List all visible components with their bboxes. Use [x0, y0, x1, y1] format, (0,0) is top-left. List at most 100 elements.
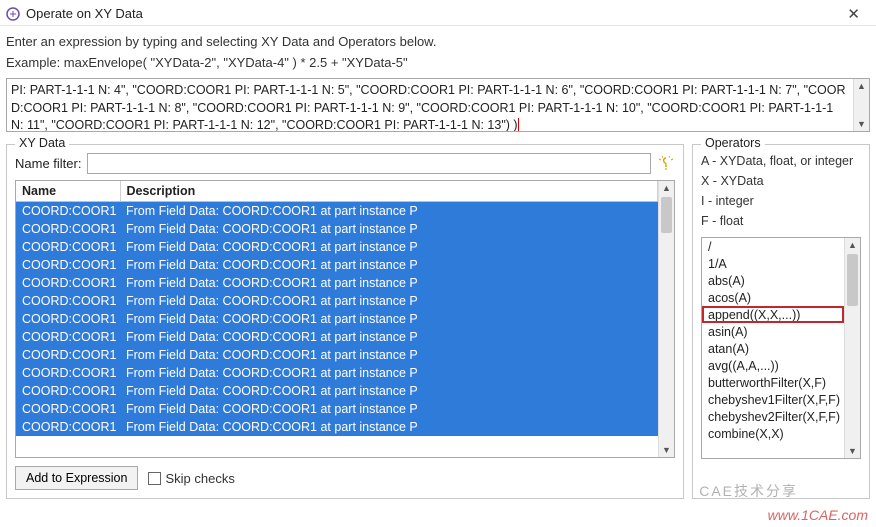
operator-item[interactable]: combine(X,X) — [702, 425, 844, 442]
table-scrollbar[interactable]: ▲ ▼ — [658, 181, 674, 457]
table-row[interactable]: COORD:COOR1From Field Data: COORD:COOR1 … — [16, 256, 658, 274]
cell-name: COORD:COOR1 — [16, 328, 120, 346]
cell-description: From Field Data: COORD:COOR1 at part ins… — [120, 256, 658, 274]
operator-item[interactable]: atan(A) — [702, 340, 844, 357]
skip-checks-label: Skip checks — [165, 471, 234, 486]
table-row[interactable]: COORD:COOR1From Field Data: COORD:COOR1 … — [16, 400, 658, 418]
cell-name: COORD:COOR1 — [16, 310, 120, 328]
operator-list: /1/Aabs(A)acos(A)append((X,X,...))asin(A… — [702, 238, 844, 458]
operator-item[interactable]: butterworthFilter(X,F) — [702, 374, 844, 391]
table-row[interactable]: COORD:COOR1From Field Data: COORD:COOR1 … — [16, 238, 658, 256]
cell-name: COORD:COOR1 — [16, 382, 120, 400]
table-row[interactable]: COORD:COOR1From Field Data: COORD:COOR1 … — [16, 364, 658, 382]
intro-text: Enter an expression by typing and select… — [0, 26, 876, 49]
scroll-down-icon[interactable]: ▼ — [662, 443, 671, 457]
cell-description: From Field Data: COORD:COOR1 at part ins… — [120, 238, 658, 256]
table-row[interactable]: COORD:COOR1From Field Data: COORD:COOR1 … — [16, 292, 658, 310]
scroll-thumb[interactable] — [661, 197, 672, 233]
scroll-track[interactable] — [845, 252, 860, 444]
scroll-thumb[interactable] — [847, 254, 858, 306]
tip-icon[interactable] — [657, 155, 675, 173]
scroll-down-icon[interactable]: ▼ — [857, 117, 866, 131]
operator-item[interactable]: append((X,X,...)) — [702, 306, 844, 323]
op-key-f: F - float — [701, 211, 861, 231]
name-filter-label: Name filter: — [15, 156, 81, 171]
scroll-up-icon[interactable]: ▲ — [848, 238, 857, 252]
xydata-table-inner: Name Description COORD:COOR1From Field D… — [16, 181, 658, 457]
example-text: Example: maxEnvelope( "XYData-2", "XYDat… — [0, 49, 876, 78]
cell-name: COORD:COOR1 — [16, 400, 120, 418]
cell-description: From Field Data: COORD:COOR1 at part ins… — [120, 310, 658, 328]
operators-key: A - XYData, float, or integer X - XYData… — [701, 151, 861, 231]
name-filter-input[interactable] — [87, 153, 651, 174]
expression-box[interactable]: PI: PART-1-1-1 N: 4", "COORD:COOR1 PI: P… — [6, 78, 870, 132]
operator-scrollbar[interactable]: ▲ ▼ — [844, 238, 860, 458]
cell-description: From Field Data: COORD:COOR1 at part ins… — [120, 292, 658, 310]
add-to-expression-button[interactable]: Add to Expression — [15, 466, 138, 490]
expression-content: PI: PART-1-1-1 N: 4", "COORD:COOR1 PI: P… — [11, 83, 846, 131]
cell-name: COORD:COOR1 — [16, 292, 120, 310]
cell-description: From Field Data: COORD:COOR1 at part ins… — [120, 418, 658, 436]
xydata-group: XY Data Name filter: Name Description CO… — [6, 144, 684, 499]
scroll-down-icon[interactable]: ▼ — [848, 444, 857, 458]
cell-name: COORD:COOR1 — [16, 274, 120, 292]
xydata-bottom-row: Add to Expression Skip checks — [15, 466, 675, 490]
operator-item[interactable]: chebyshev1Filter(X,F,F) — [702, 391, 844, 408]
watermark-url: www.1CAE.com — [768, 507, 868, 523]
operator-item[interactable]: / — [702, 238, 844, 255]
table-row[interactable]: COORD:COOR1From Field Data: COORD:COOR1 … — [16, 202, 658, 221]
op-key-x: X - XYData — [701, 171, 861, 191]
table-row[interactable]: COORD:COOR1From Field Data: COORD:COOR1 … — [16, 310, 658, 328]
cell-name: COORD:COOR1 — [16, 346, 120, 364]
xydata-table-wrap: Name Description COORD:COOR1From Field D… — [15, 180, 675, 458]
table-row[interactable]: COORD:COOR1From Field Data: COORD:COOR1 … — [16, 220, 658, 238]
op-key-a: A - XYData, float, or integer — [701, 151, 861, 171]
cell-description: From Field Data: COORD:COOR1 at part ins… — [120, 346, 658, 364]
cell-description: From Field Data: COORD:COOR1 at part ins… — [120, 382, 658, 400]
cell-description: From Field Data: COORD:COOR1 at part ins… — [120, 328, 658, 346]
table-row[interactable]: COORD:COOR1From Field Data: COORD:COOR1 … — [16, 346, 658, 364]
xydata-legend: XY Data — [15, 136, 69, 150]
skip-checks-row[interactable]: Skip checks — [148, 471, 234, 486]
table-row[interactable]: COORD:COOR1From Field Data: COORD:COOR1 … — [16, 382, 658, 400]
cell-name: COORD:COOR1 — [16, 238, 120, 256]
cell-description: From Field Data: COORD:COOR1 at part ins… — [120, 274, 658, 292]
operators-group: Operators A - XYData, float, or integer … — [692, 144, 870, 499]
window-title: Operate on XY Data — [26, 6, 143, 21]
table-row[interactable]: COORD:COOR1From Field Data: COORD:COOR1 … — [16, 274, 658, 292]
skip-checks-checkbox[interactable] — [148, 472, 161, 485]
operator-item[interactable]: acos(A) — [702, 289, 844, 306]
cell-description: From Field Data: COORD:COOR1 at part ins… — [120, 364, 658, 382]
cell-name: COORD:COOR1 — [16, 418, 120, 436]
cell-name: COORD:COOR1 — [16, 202, 120, 221]
scroll-up-icon[interactable]: ▲ — [662, 181, 671, 195]
col-name[interactable]: Name — [16, 181, 120, 202]
operators-legend: Operators — [701, 136, 765, 150]
xydata-table: Name Description COORD:COOR1From Field D… — [16, 181, 658, 436]
operator-list-wrap: /1/Aabs(A)acos(A)append((X,X,...))asin(A… — [701, 237, 861, 459]
scroll-up-icon[interactable]: ▲ — [857, 79, 866, 93]
op-key-i: I - integer — [701, 191, 861, 211]
table-row[interactable]: COORD:COOR1From Field Data: COORD:COOR1 … — [16, 418, 658, 436]
cell-name: COORD:COOR1 — [16, 256, 120, 274]
operator-item[interactable]: avg((A,A,...)) — [702, 357, 844, 374]
close-button[interactable]: ✕ — [839, 3, 868, 25]
operator-item[interactable]: abs(A) — [702, 272, 844, 289]
table-row[interactable]: COORD:COOR1From Field Data: COORD:COOR1 … — [16, 328, 658, 346]
cell-name: COORD:COOR1 — [16, 220, 120, 238]
expression-scrollbar[interactable]: ▲ ▼ — [853, 79, 869, 131]
operator-item[interactable]: chebyshev2Filter(X,F,F) — [702, 408, 844, 425]
cell-description: From Field Data: COORD:COOR1 at part ins… — [120, 400, 658, 418]
filter-row: Name filter: — [15, 153, 675, 174]
cell-description: From Field Data: COORD:COOR1 at part ins… — [120, 220, 658, 238]
operator-item[interactable]: 1/A — [702, 255, 844, 272]
text-caret — [518, 118, 519, 131]
scroll-track[interactable] — [659, 195, 674, 443]
operator-item[interactable]: asin(A) — [702, 323, 844, 340]
expression-text[interactable]: PI: PART-1-1-1 N: 4", "COORD:COOR1 PI: P… — [7, 79, 853, 131]
cell-description: From Field Data: COORD:COOR1 at part ins… — [120, 202, 658, 221]
col-description[interactable]: Description — [120, 181, 658, 202]
cell-name: COORD:COOR1 — [16, 364, 120, 382]
app-icon — [6, 7, 20, 21]
titlebar: Operate on XY Data ✕ — [0, 0, 876, 26]
